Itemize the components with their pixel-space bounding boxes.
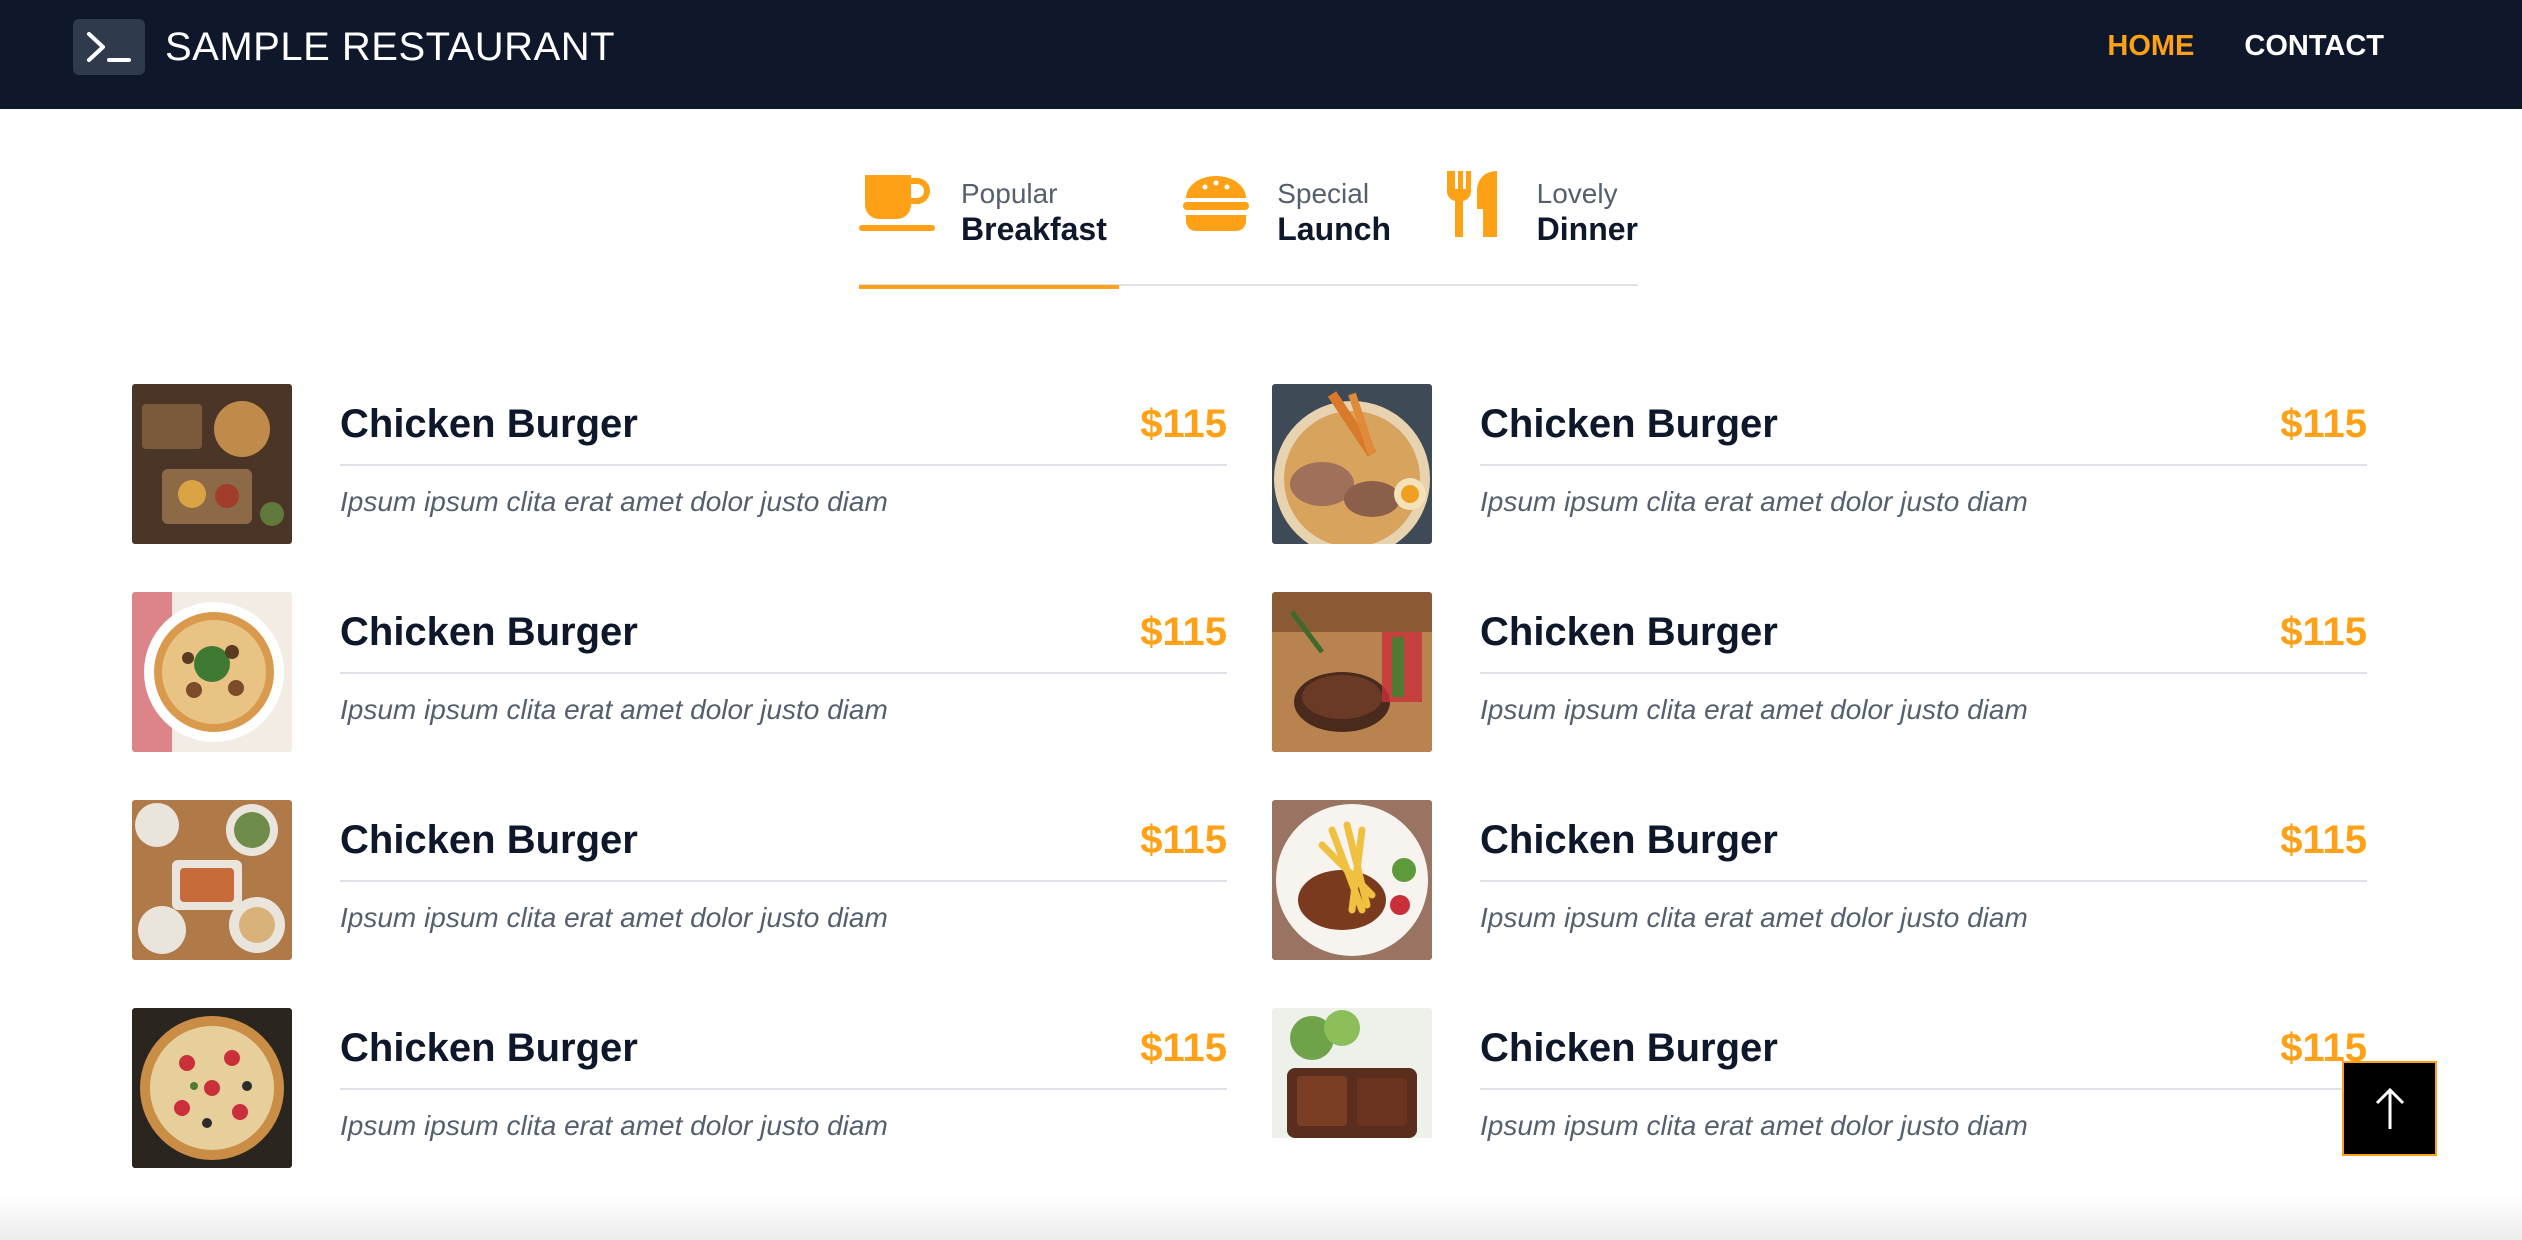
nav-link-contact[interactable]: CONTACT [2244, 26, 2384, 66]
navbar: SAMPLE RESTAURANT HOME CONTACT [0, 0, 2522, 109]
menu-item-name: Chicken Burger [340, 1025, 638, 1070]
menu-item-description: Ipsum ipsum clita erat amet dolor justo … [1480, 902, 2028, 933]
nav-links: HOME CONTACT [2107, 26, 2384, 66]
tab-breakfast[interactable]: Popular Breakfast [859, 168, 1119, 289]
menu-item-price: $115 [1140, 609, 1227, 654]
menu-item-price: $115 [1140, 1025, 1227, 1070]
menu-item[interactable]: Chicken Burger $115 Ipsum ipsum clita er… [132, 384, 1227, 544]
menu-item[interactable]: Chicken Burger $115 Ipsum ipsum clita er… [1272, 384, 2367, 544]
menu-item[interactable]: Chicken Burger $115 Ipsum ipsum clita er… [1272, 592, 2367, 752]
utensils-icon [1437, 168, 1511, 240]
menu-item-image [132, 800, 292, 960]
menu-item-name: Chicken Burger [340, 401, 638, 446]
menu-item-name: Chicken Burger [1480, 401, 1778, 446]
menu-item-price: $115 [2280, 609, 2367, 654]
tab-dinner[interactable]: Lovely Dinner [1437, 168, 1638, 286]
menu-item[interactable]: Chicken Burger $115 Ipsum ipsum clita er… [1272, 800, 2367, 960]
menu-item-description: Ipsum ipsum clita erat amet dolor justo … [340, 486, 888, 517]
menu-item-description: Ipsum ipsum clita erat amet dolor justo … [1480, 486, 2028, 517]
menu-item-image [1272, 1008, 1432, 1168]
menu-tabs: Popular Breakfast Special Launch Lovely … [859, 168, 1638, 289]
menu-item-name: Chicken Burger [1480, 1025, 1778, 1070]
footer-edge [0, 1195, 2522, 1240]
menu-item-name: Chicken Burger [1480, 609, 1778, 654]
brand-title: SAMPLE RESTAURANT [165, 24, 616, 69]
tab-dinner-sub: Lovely [1536, 178, 1618, 209]
menu-item-image [132, 592, 292, 752]
menu-item-price: $115 [1140, 817, 1227, 862]
menu-item-price: $115 [1140, 401, 1227, 446]
menu-item[interactable]: Chicken Burger $115 Ipsum ipsum clita er… [132, 592, 1227, 752]
menu-item-description: Ipsum ipsum clita erat amet dolor justo … [340, 902, 888, 933]
back-to-top-button[interactable] [2342, 1061, 2437, 1156]
tab-dinner-label: Dinner [1536, 211, 1638, 247]
menu-item-image [1272, 384, 1432, 544]
brand[interactable]: SAMPLE RESTAURANT [73, 19, 615, 75]
hamburger-icon [1181, 168, 1251, 240]
menu-item[interactable]: Chicken Burger $115 Ipsum ipsum clita er… [1272, 1008, 2367, 1168]
menu-item-name: Chicken Burger [340, 609, 638, 654]
menu-item-description: Ipsum ipsum clita erat amet dolor justo … [1480, 694, 2028, 725]
terminal-icon [73, 19, 145, 75]
tab-breakfast-label: Breakfast [961, 211, 1107, 247]
menu-item[interactable]: Chicken Burger $115 Ipsum ipsum clita er… [132, 800, 1227, 960]
tab-launch[interactable]: Special Launch [1181, 168, 1391, 286]
menu-item-name: Chicken Burger [340, 817, 638, 862]
menu-item[interactable]: Chicken Burger $115 Ipsum ipsum clita er… [132, 1008, 1227, 1168]
nav-link-home[interactable]: HOME [2107, 26, 2194, 66]
menu-item-description: Ipsum ipsum clita erat amet dolor justo … [340, 694, 888, 725]
menu-item-description: Ipsum ipsum clita erat amet dolor justo … [1480, 1110, 2028, 1141]
tab-launch-sub: Special [1277, 178, 1370, 209]
menu-item-price: $115 [2280, 401, 2367, 446]
menu-item-image [1272, 800, 1432, 960]
menu-item-description: Ipsum ipsum clita erat amet dolor justo … [340, 1110, 888, 1141]
menu-item-name: Chicken Burger [1480, 817, 1778, 862]
menu-item-image [132, 384, 292, 544]
tab-launch-label: Launch [1277, 211, 1391, 247]
arrow-up-icon [2375, 1087, 2404, 1129]
coffee-icon [859, 168, 935, 240]
tab-breakfast-sub: Popular [961, 178, 1058, 209]
menu-item-price: $115 [2280, 817, 2367, 862]
menu-item-image [132, 1008, 292, 1168]
menu-item-image [1272, 592, 1432, 752]
